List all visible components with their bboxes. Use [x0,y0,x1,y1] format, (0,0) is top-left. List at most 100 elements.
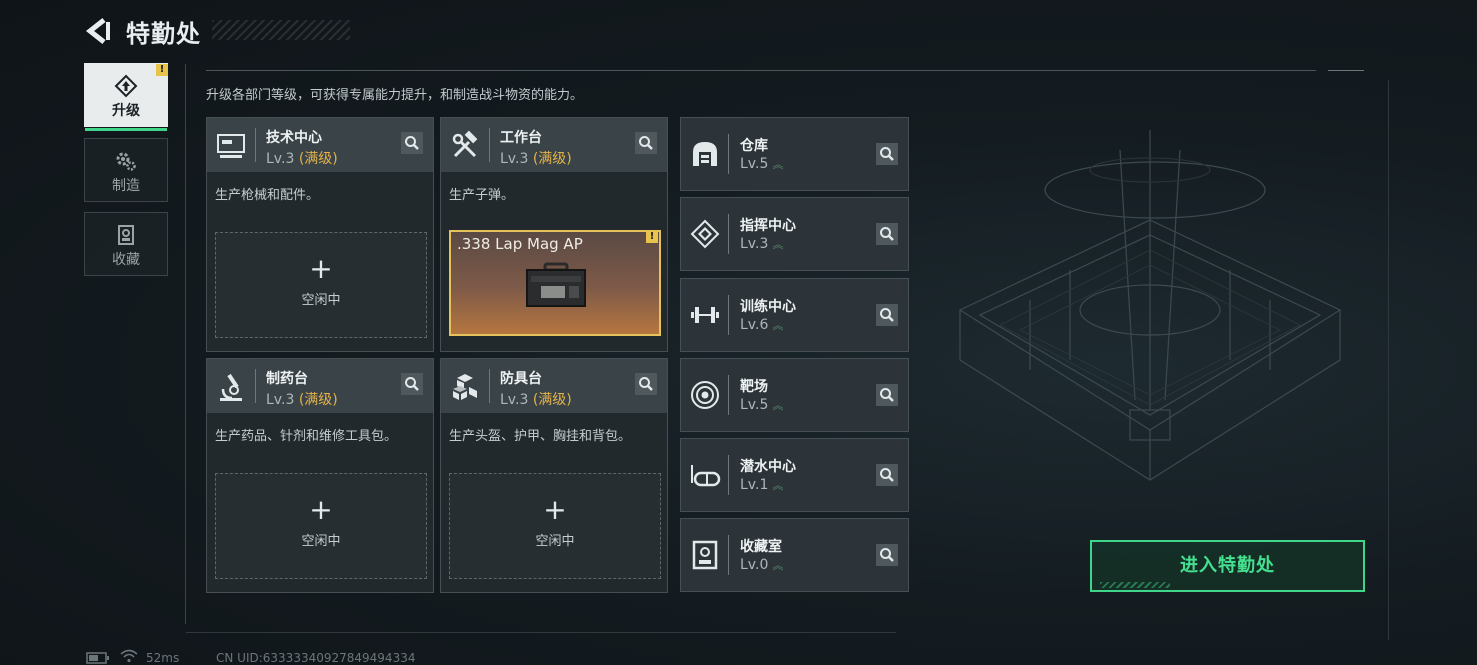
wifi-icon [120,649,138,663]
department-level: Lv.0 ︽ [740,557,784,573]
facility-name: 工作台 [500,130,542,146]
slot-status: 空闲中 [301,293,341,308]
row-separator [728,214,729,254]
search-icon[interactable] [401,373,423,395]
top-divider [206,70,1316,71]
search-icon[interactable] [635,373,657,395]
microscope-icon [220,373,242,401]
production-slot-idle[interactable]: + 空闲中 [449,473,661,579]
department-name: 训练中心 [740,299,796,315]
department-row-command-center[interactable]: 指挥中心 Lv.3 ︽ [680,197,909,271]
search-icon[interactable] [876,143,898,165]
tab-upgrade[interactable]: 升级 ! [84,63,168,131]
production-slot-idle[interactable]: + 空闲中 [215,232,427,338]
department-level: Lv.1 ︽ [740,477,784,493]
plus-icon: + [309,493,333,526]
facility-card-pharmacy[interactable]: 制药台 Lv.3 (满级) 生产药品、针剂和维修工具包。 + 空闲中 [206,358,434,593]
tab-collection[interactable]: 收藏 [84,212,168,276]
search-icon[interactable] [876,223,898,245]
facility-name: 技术中心 [266,130,322,146]
facility-level: Lv.3 (满级) [266,392,338,408]
chevron-up-icon: ︽ [772,319,784,332]
facility-level: Lv.3 (满级) [266,151,338,167]
computer-icon [217,134,245,158]
tab-upgrade-label: 升级 [112,103,140,119]
department-row-diving-center[interactable]: 潜水中心 Lv.1 ︽ [680,438,909,512]
facility-description: 生产药品、针剂和维修工具包。 [215,429,398,444]
card-header: 防具台 Lv.3 (满级) [441,359,667,413]
production-slot-item[interactable]: .338 Lap Mag AP ! [449,230,661,336]
search-icon[interactable] [876,384,898,406]
production-slot-idle[interactable]: + 空闲中 [215,473,427,579]
card-separator [255,128,256,162]
chevron-up-icon: ︽ [772,238,784,251]
department-row-collection-room[interactable]: 收藏室 Lv.0 ︽ [680,518,909,592]
armor-boxes-icon [453,374,477,400]
department-name: 收藏室 [740,539,782,555]
facility-card-workbench[interactable]: 工作台 Lv.3 (满级) 生产子弹。 .338 Lap Mag AP ! [440,117,668,352]
department-row-warehouse[interactable]: 仓库 Lv.5 ︽ [680,117,909,191]
top-divider-end [1328,70,1364,71]
card-separator [255,369,256,403]
facility-card-armor-bench[interactable]: 防具台 Lv.3 (满级) 生产头盔、护甲、胸挂和背包。 + 空闲中 [440,358,668,593]
tab-warning-badge: ! [156,64,168,76]
search-icon[interactable] [876,544,898,566]
target-icon [691,381,719,409]
item-warning-badge: ! [646,231,658,243]
facility-card-tech-center[interactable]: 技术中心 Lv.3 (满级) 生产枪械和配件。 + 空闲中 [206,117,434,352]
facility-name: 制药台 [266,371,308,387]
card-header: 工作台 Lv.3 (满级) [441,118,667,172]
bottom-frame-line [186,632,896,633]
department-level: Lv.5 ︽ [740,397,784,413]
slot-status: 空闲中 [535,534,575,549]
search-icon[interactable] [635,132,657,154]
dumbbell-icon [691,307,719,323]
card-separator [489,369,490,403]
right-frame-line [1388,80,1389,640]
warehouse-icon [693,142,717,166]
department-name: 靶场 [740,379,768,395]
facility-level: Lv.3 (满级) [500,151,572,167]
left-frame-line [185,64,186,624]
hammer-wrench-icon [452,130,478,158]
diving-mask-icon [691,465,721,487]
collection-room-icon [692,540,718,570]
tab-craft-label: 制造 [112,178,140,194]
title-decoration [212,20,350,40]
facility-description: 生产头盔、护甲、胸挂和背包。 [449,429,632,444]
button-decoration [1100,582,1170,588]
row-separator [728,295,729,335]
search-icon[interactable] [876,304,898,326]
card-header: 技术中心 Lv.3 (满级) [207,118,433,172]
chevron-up-icon: ︽ [772,559,784,572]
chip-icon [690,219,720,249]
tab-craft[interactable]: 制造 [84,138,168,202]
search-icon[interactable] [401,132,423,154]
gears-icon [116,152,136,171]
row-separator [728,535,729,575]
slot-status: 空闲中 [301,534,341,549]
department-row-training-center[interactable]: 训练中心 Lv.6 ︽ [680,278,909,352]
department-name: 仓库 [740,138,768,154]
row-separator [728,455,729,495]
ping-value: 52ms [146,651,180,665]
plus-icon: + [309,252,333,285]
facility-level: Lv.3 (满级) [500,392,572,408]
chevron-up-icon: ︽ [772,479,784,492]
card-header: 制药台 Lv.3 (满级) [207,359,433,413]
search-icon[interactable] [876,464,898,486]
card-separator [489,128,490,162]
chevron-up-icon: ︽ [772,158,784,171]
collection-icon [118,225,134,245]
battery-icon [86,652,109,664]
department-row-shooting-range[interactable]: 靶场 Lv.5 ︽ [680,358,909,432]
row-separator [728,134,729,174]
uid-text: CN UID:63333340927849494334 [216,651,416,665]
facility-schematic-illustration [958,130,1342,481]
chevron-up-icon: ︽ [772,399,784,412]
tab-collection-label: 收藏 [112,252,140,268]
department-name: 潜水中心 [740,459,796,475]
back-arrow-icon[interactable] [84,16,114,46]
department-level: Lv.6 ︽ [740,317,784,333]
row-separator [728,375,729,415]
